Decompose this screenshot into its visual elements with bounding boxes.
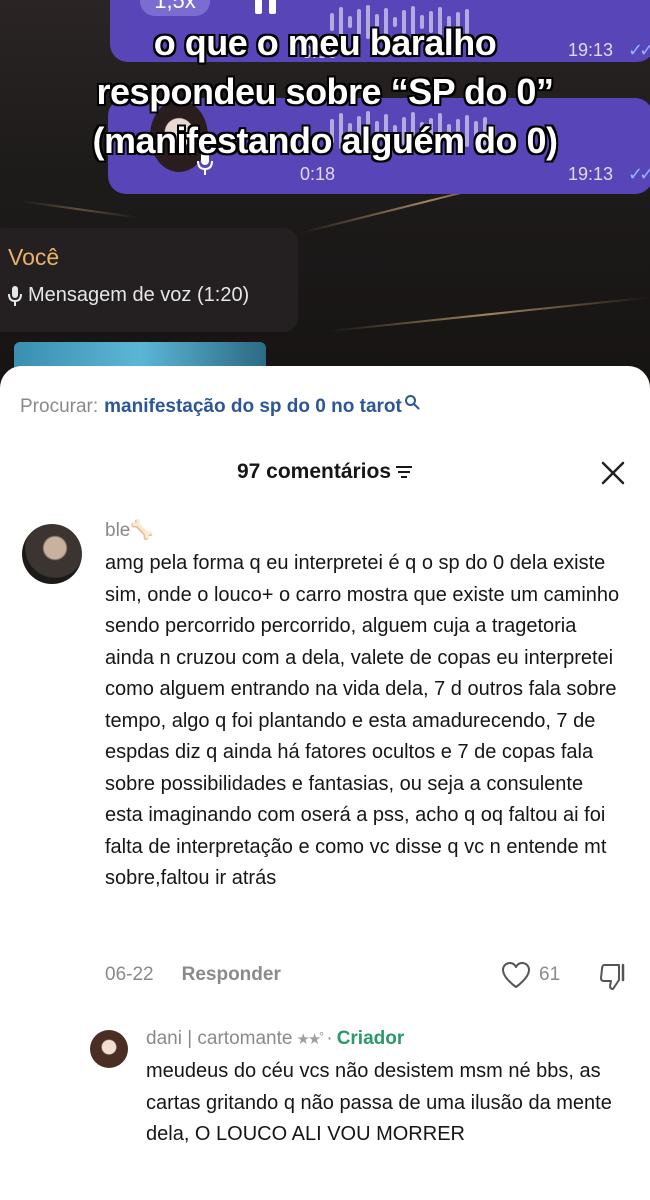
decorative-streak xyxy=(19,200,139,219)
pause-icon[interactable] xyxy=(255,0,279,14)
comments-count: 97 comentários xyxy=(236,460,392,483)
reply-username[interactable]: dani | cartomante xyxy=(146,1028,292,1050)
comment-meta: 06-22 Responder xyxy=(105,964,281,986)
caption-line: respondeu sobre “SP do 0” xyxy=(96,71,554,112)
voice-duration: 0:18 xyxy=(300,164,336,184)
reply-button[interactable]: Responder xyxy=(182,964,281,986)
caption-line: o que o meu baralho xyxy=(153,22,497,63)
reply-username-row: dani | cartomante ★★˚ · Criador xyxy=(146,1028,404,1050)
comment-username[interactable]: ble🦴 xyxy=(105,518,154,542)
comment-text: amg pela forma q eu interpretei é q o sp… xyxy=(105,552,620,889)
microphone-icon xyxy=(8,285,22,306)
avatar[interactable] xyxy=(90,1030,128,1068)
comments-sheet: Procurar: manifestação do sp do 0 no tar… xyxy=(0,366,650,1200)
reply-text: meudeus do céu vcs não desistem msm né b… xyxy=(146,1060,612,1145)
search-suggestion[interactable]: Procurar: manifestação do sp do 0 no tar… xyxy=(20,395,420,418)
quoted-message-voice: Mensagem de voz (1:20) xyxy=(8,284,249,307)
separator-dot: · xyxy=(326,1028,333,1049)
decorative-streak xyxy=(329,296,649,332)
stars-decoration: ★★˚ xyxy=(296,1031,324,1048)
video-background[interactable]: 1,5x 0:38 19:13 ✓✓ 0:18 19:13 ✓✓ o que o… xyxy=(0,0,650,400)
sort-icon[interactable] xyxy=(395,465,413,479)
search-prefix: Procurar: xyxy=(20,396,99,417)
heart-icon[interactable] xyxy=(501,961,531,989)
avatar[interactable] xyxy=(22,524,82,584)
voice-message-label: Mensagem de voz (1:20) xyxy=(28,284,250,306)
like-button[interactable]: 61 xyxy=(501,961,560,989)
truncated-meta-row xyxy=(146,1192,626,1200)
creator-badge: Criador xyxy=(336,1028,405,1049)
video-caption: o que o meu baralho respondeu sobre “SP … xyxy=(0,18,650,165)
comments-count-title[interactable]: 97 comentários xyxy=(0,460,650,484)
read-receipt-icon: ✓✓ xyxy=(628,164,650,184)
search-query-link[interactable]: manifestação do sp do 0 no tarot xyxy=(104,396,402,418)
caption-line: (manifestando alguém do 0) xyxy=(92,120,558,161)
like-count: 61 xyxy=(539,964,561,985)
quoted-message-author: Você xyxy=(8,244,60,270)
playback-speed-badge[interactable]: 1,5x xyxy=(140,0,210,16)
close-icon[interactable] xyxy=(600,460,626,486)
message-time: 19:13 xyxy=(568,164,614,184)
search-icon xyxy=(404,395,420,410)
comment-date: 06-22 xyxy=(105,964,154,985)
dislike-icon[interactable] xyxy=(598,962,628,992)
